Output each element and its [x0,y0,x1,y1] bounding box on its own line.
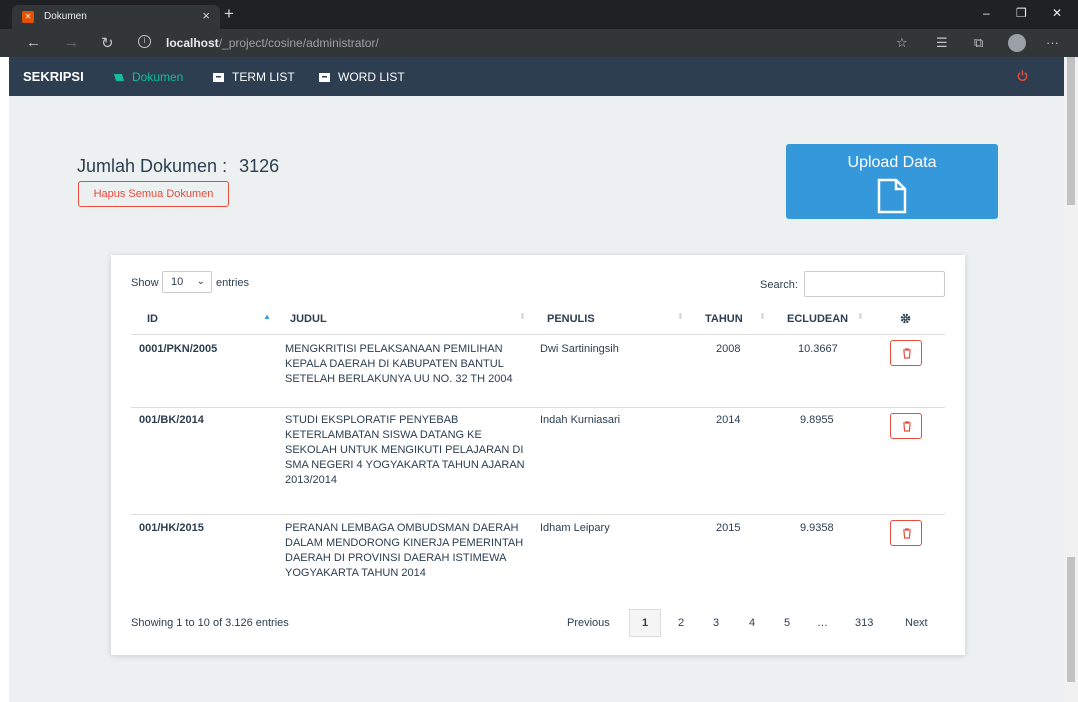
delete-row-button[interactable] [890,340,922,366]
cell-penulis: Idham Leipary [540,522,610,534]
forward-icon[interactable]: → [64,34,79,51]
app-navbar: SEKRIPSI Dokumen TERM LIST WORD LIST [9,57,1064,96]
cell-judul: MENGKRITISI PELAKSANAAN PEMILIHAN KEPALA… [285,343,513,385]
archive-icon [319,73,330,82]
pagination-page[interactable]: 4 [749,617,755,629]
column-header-tahun[interactable]: TAHUN [705,313,743,325]
delete-row-button[interactable] [890,520,922,546]
nav-item-label: Dokumen [132,70,184,84]
archive-icon [213,73,224,82]
cell-tahun: 2008 [716,343,741,355]
tab-title: Dokumen [44,11,87,22]
delete-all-button[interactable]: Hapus Semua Dokumen [78,181,229,207]
tab-close-icon[interactable]: × [202,8,210,23]
table-info: Showing 1 to 10 of 3.126 entries [131,617,289,629]
search-input[interactable] [804,271,945,297]
collections-icon[interactable]: ⧉ [974,35,983,51]
cell-id: 001/HK/2015 [139,522,204,534]
header-divider [131,334,945,335]
new-tab-icon[interactable]: + [224,4,234,24]
book-icon [114,74,124,81]
cell-tahun: 2015 [716,522,741,534]
row-divider [131,407,945,408]
minimize-icon[interactable]: – [983,6,990,20]
window-close-icon[interactable]: ✕ [1052,6,1062,20]
more-menu-icon[interactable]: ··· [1046,35,1059,50]
search-label: Search: [760,279,798,291]
pagination-page[interactable]: 2 [678,617,684,629]
column-header-ecludean[interactable]: ECLUDEAN [787,313,848,325]
upload-data-label: Upload Data [847,154,937,171]
browser-toolbar: ← → ↻ i localhost/_project/cosine/admini… [0,29,1078,57]
back-icon[interactable]: ← [26,34,41,51]
documents-table-card: Show 10 ⌄ entries Search: ID ▲ JUDUL ⬍ P… [111,255,965,655]
nav-item-term-list[interactable]: TERM LIST [213,70,295,84]
trash-icon [903,528,911,539]
delete-row-button[interactable] [890,413,922,439]
cell-id: 0001/PKN/2005 [139,343,218,355]
restore-icon[interactable]: ❐ [1016,6,1027,20]
brand-logo[interactable]: SEKRIPSI [23,69,84,84]
favorites-list-icon[interactable]: ☰ [936,35,948,51]
pagination-next[interactable]: Next [905,617,928,629]
url-text: localhost/_project/cosine/administrator/ [166,36,379,50]
cell-penulis: Indah Kurniasari [540,414,621,426]
sort-asc-icon: ▲ [263,312,271,321]
pagination-page[interactable]: 313 [855,617,873,629]
pagination-previous[interactable]: Previous [567,617,610,629]
sort-icon: ⬍ [677,312,684,321]
sort-icon: ⬍ [519,312,526,321]
browser-tabstrip: ✕ Dokumen × + – ❐ ✕ [0,0,1078,29]
pagination-page-current[interactable]: 1 [629,609,661,637]
info-icon[interactable]: i [138,35,151,48]
left-edge [0,57,9,702]
pagination-page[interactable]: 5 [784,617,790,629]
cell-id: 001/BK/2014 [139,414,204,426]
cell-judul: PERANAN LEMBAGA OMBUDSMAN DAERAH DALAM M… [285,522,524,579]
nav-item-dokumen[interactable]: Dokumen [113,70,183,84]
document-count-label: Jumlah Dokumen : [77,156,228,176]
sort-icon: ⬍ [857,312,864,321]
favicon-icon: ✕ [22,11,34,23]
page-length-select[interactable]: 10 ⌄ [162,271,212,293]
cell-judul: STUDI EKSPLORATIF PENYEBAB KETERLAMBATAN… [285,414,525,486]
scrollbar-thumb[interactable] [1067,57,1075,205]
column-header-penulis[interactable]: PENULIS [547,313,595,325]
gear-icon [900,313,911,324]
column-header-judul[interactable]: JUDUL [290,313,327,325]
cell-penulis: Dwi Sartiningsih [540,343,619,355]
cell-ecludean: 10.3667 [798,343,838,355]
profile-avatar-icon[interactable] [1008,34,1026,52]
scrollbar-thumb-lower[interactable] [1067,557,1075,682]
pagination-ellipsis: … [817,617,828,629]
cell-ecludean: 9.9358 [800,522,834,534]
file-icon [877,178,907,214]
upload-data-button[interactable]: Upload Data [786,144,998,219]
entries-label: entries [216,277,250,289]
row-divider [131,514,945,515]
page-scrollbar[interactable] [1064,57,1078,702]
browser-tab[interactable]: ✕ Dokumen × [12,5,220,29]
nav-item-label: TERM LIST [232,70,295,84]
refresh-icon[interactable]: ↻ [101,34,114,52]
nav-item-label: WORD LIST [338,70,405,84]
cell-tahun: 2014 [716,414,741,426]
address-bar[interactable]: i localhost/_project/cosine/administrato… [126,32,921,54]
column-header-id[interactable]: ID [147,313,158,325]
cell-ecludean: 9.8955 [800,414,834,426]
trash-icon [903,348,911,359]
sort-icon: ⬍ [759,312,766,321]
show-label: Show [131,277,159,289]
chevron-down-icon: ⌄ [196,276,205,287]
nav-item-word-list[interactable]: WORD LIST [319,70,405,84]
page-length-value: 10 [171,276,184,288]
document-count-value: 3126 [239,156,280,176]
trash-icon [903,421,911,432]
power-icon[interactable] [1017,70,1028,81]
pagination-page[interactable]: 3 [713,617,719,629]
document-count: Jumlah Dokumen : 3126 [77,156,279,177]
favorite-star-icon[interactable]: ☆ [896,35,908,51]
